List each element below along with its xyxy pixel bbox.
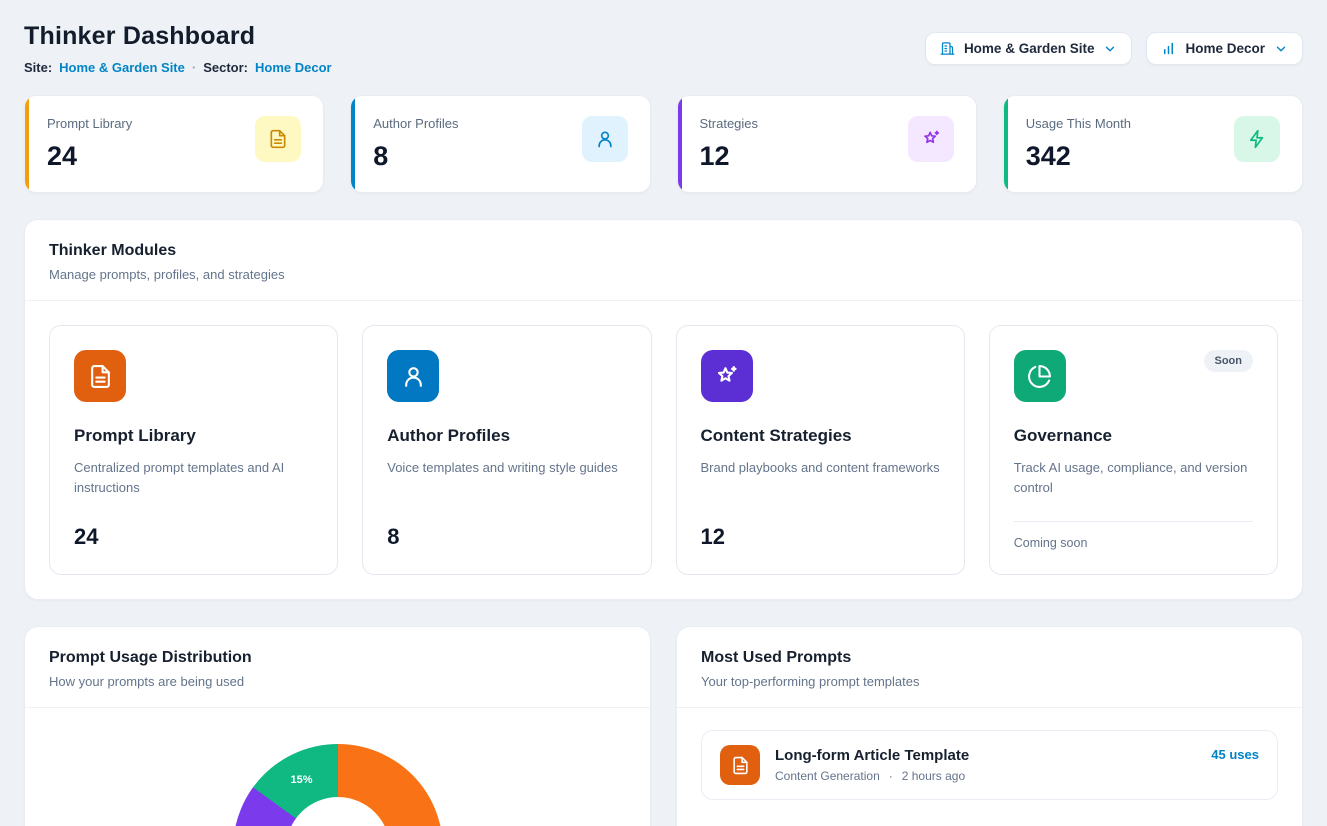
file-text-icon	[255, 116, 301, 162]
chevron-down-icon	[1103, 42, 1117, 56]
prompt-time: 2 hours ago	[902, 769, 965, 783]
module-count: 24	[74, 506, 313, 550]
stat-label: Author Profiles	[373, 116, 458, 131]
meta-separator: ·	[889, 769, 893, 783]
stat-value: 342	[1026, 141, 1131, 172]
user-icon	[582, 116, 628, 162]
sector-selector-dropdown[interactable]: Home Decor	[1146, 32, 1303, 65]
prompt-uses-badge: 45 uses	[1211, 747, 1259, 762]
page-title: Thinker Dashboard	[24, 22, 332, 51]
soon-badge: Soon	[1204, 350, 1254, 372]
most-used-panel-header: Most Used Prompts Your top-performing pr…	[677, 627, 1302, 708]
module-description: Brand playbooks and content frameworks	[701, 458, 940, 478]
stat-value: 12	[700, 141, 759, 172]
sector-link[interactable]: Home Decor	[255, 60, 332, 75]
prompt-list: Long-form Article Template Content Gener…	[677, 708, 1302, 822]
module-card-content-strategies[interactable]: Content Strategies Brand playbooks and c…	[676, 325, 965, 575]
stat-card-prompt-library: Prompt Library 24	[24, 95, 324, 193]
stat-value: 8	[373, 141, 458, 172]
page-header: Thinker Dashboard Site: Home & Garden Si…	[24, 22, 1303, 75]
chart-area: 15%	[25, 708, 650, 826]
donut-slice-label: 15%	[290, 774, 312, 786]
pie-chart-icon	[1014, 350, 1066, 402]
module-title: Author Profiles	[387, 426, 626, 446]
module-description: Voice templates and writing style guides	[387, 458, 626, 478]
module-title: Governance	[1014, 426, 1253, 446]
most-used-title: Most Used Prompts	[701, 649, 1278, 667]
header-controls: Home & Garden Site Home Decor	[925, 32, 1303, 65]
stat-label: Strategies	[700, 116, 759, 131]
stat-card-strategies: Strategies 12	[677, 95, 977, 193]
file-text-icon	[74, 350, 126, 402]
module-count: 12	[701, 506, 940, 550]
site-label: Site:	[24, 60, 52, 75]
prompt-list-item[interactable]: Long-form Article Template Content Gener…	[701, 730, 1278, 800]
stat-card-author-profiles: Author Profiles 8	[350, 95, 650, 193]
modules-title: Thinker Modules	[49, 242, 1278, 260]
header-left: Thinker Dashboard Site: Home & Garden Si…	[24, 22, 332, 75]
modules-panel-header: Thinker Modules Manage prompts, profiles…	[25, 220, 1302, 301]
usage-panel-title: Prompt Usage Distribution	[49, 649, 626, 667]
stat-card-usage: Usage This Month 342	[1003, 95, 1303, 193]
module-title: Prompt Library	[74, 426, 313, 446]
stat-value: 24	[47, 141, 132, 172]
bar-chart-icon	[1161, 41, 1176, 56]
module-card-prompt-library[interactable]: Prompt Library Centralized prompt templa…	[49, 325, 338, 575]
breadcrumb: Site: Home & Garden Site · Sector: Home …	[24, 60, 332, 75]
breadcrumb-separator: ·	[192, 60, 196, 75]
stats-row: Prompt Library 24 Author Profiles 8 Stra…	[24, 95, 1303, 193]
module-footer: Coming soon	[1014, 521, 1253, 550]
usage-donut: 15%	[233, 744, 443, 826]
building-icon	[940, 41, 955, 56]
site-selector-value: Home & Garden Site	[964, 41, 1095, 56]
module-card-author-profiles[interactable]: Author Profiles Voice templates and writ…	[362, 325, 651, 575]
dashboard-page: Thinker Dashboard Site: Home & Garden Si…	[0, 0, 1327, 826]
prompt-title: Long-form Article Template	[775, 747, 969, 764]
modules-grid: Prompt Library Centralized prompt templa…	[25, 301, 1302, 599]
module-title: Content Strategies	[701, 426, 940, 446]
file-text-icon	[720, 745, 760, 785]
bottom-row: Prompt Usage Distribution How your promp…	[24, 626, 1303, 826]
sector-selector-value: Home Decor	[1185, 41, 1265, 56]
sector-label: Sector:	[203, 60, 248, 75]
site-selector-dropdown[interactable]: Home & Garden Site	[925, 32, 1133, 65]
sparkle-star-icon	[701, 350, 753, 402]
module-card-governance[interactable]: Soon Governance Track AI usage, complian…	[989, 325, 1278, 575]
usage-panel-subtitle: How your prompts are being used	[49, 674, 626, 689]
lightning-icon	[1234, 116, 1280, 162]
stat-label: Usage This Month	[1026, 116, 1131, 131]
thinker-modules-panel: Thinker Modules Manage prompts, profiles…	[24, 219, 1303, 600]
user-icon	[387, 350, 439, 402]
module-count: 8	[387, 506, 626, 550]
modules-subtitle: Manage prompts, profiles, and strategies	[49, 267, 1278, 282]
sparkle-star-icon	[908, 116, 954, 162]
site-link[interactable]: Home & Garden Site	[59, 60, 185, 75]
usage-panel-header: Prompt Usage Distribution How your promp…	[25, 627, 650, 708]
prompt-meta: Content Generation · 2 hours ago	[775, 769, 969, 783]
chevron-down-icon	[1274, 42, 1288, 56]
module-description: Centralized prompt templates and AI inst…	[74, 458, 313, 498]
usage-distribution-panel: Prompt Usage Distribution How your promp…	[24, 626, 651, 826]
prompt-category: Content Generation	[775, 769, 880, 783]
most-used-prompts-panel: Most Used Prompts Your top-performing pr…	[676, 626, 1303, 826]
stat-label: Prompt Library	[47, 116, 132, 131]
module-description: Track AI usage, compliance, and version …	[1014, 458, 1253, 498]
most-used-subtitle: Your top-performing prompt templates	[701, 674, 1278, 689]
